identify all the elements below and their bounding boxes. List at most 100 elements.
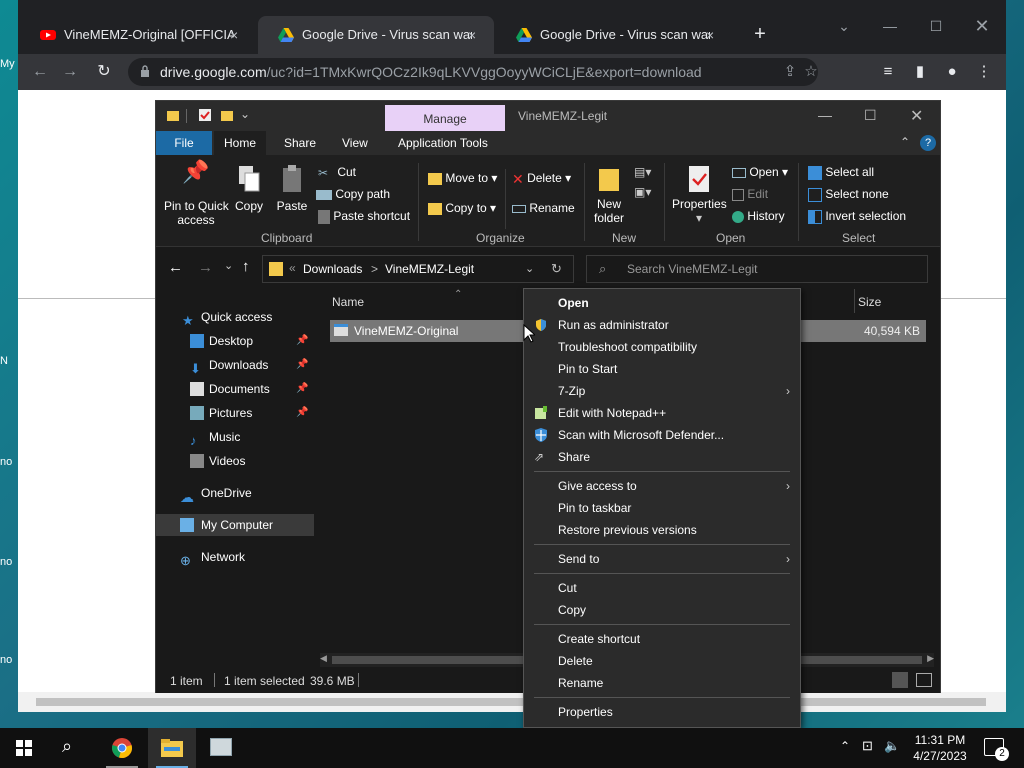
nav-downloads[interactable]: ⬇ Downloads 📌 — [156, 354, 314, 376]
new-folder-icon[interactable] — [220, 108, 234, 122]
address-dropdown-icon[interactable]: ⌄ — [525, 262, 534, 275]
customize-quick-access-icon[interactable]: ⌄ — [240, 107, 250, 121]
cut-button[interactable]: ✂ Cut — [318, 165, 356, 180]
menu-item-edit-notepad[interactable]: Edit with Notepad++ — [524, 402, 800, 424]
menu-item-open[interactable]: Open — [524, 292, 800, 314]
tab-drive[interactable]: Google Drive - Virus scan warnin × — [496, 16, 732, 54]
paste-shortcut-button[interactable]: Paste shortcut — [318, 209, 410, 224]
tab-drive-active[interactable]: Google Drive - Virus scan warnin × — [258, 16, 494, 54]
properties-button[interactable]: Properties ▾ — [672, 165, 727, 225]
column-header-name[interactable]: Name — [332, 295, 364, 309]
new-tab-button[interactable]: + — [746, 20, 774, 48]
menu-item-rename[interactable]: Rename — [524, 672, 800, 694]
forward-icon[interactable]: → — [198, 259, 213, 276]
nav-quick-access[interactable]: ★ Quick access — [156, 306, 314, 328]
forward-icon[interactable]: → — [58, 60, 82, 84]
search-icon[interactable]: ⌕ — [62, 736, 72, 757]
breadcrumb-overflow[interactable]: « — [289, 261, 296, 275]
menu-item-send-to[interactable]: Send to › — [524, 548, 800, 570]
tab-home[interactable]: Home — [214, 131, 267, 155]
scrollbar-thumb[interactable] — [36, 698, 986, 706]
side-panel-icon[interactable]: ▮ — [908, 60, 932, 84]
bookmark-star-icon[interactable]: ☆ — [804, 60, 818, 84]
media-queue-icon[interactable]: ≡ — [876, 60, 900, 84]
column-header-size[interactable]: Size — [858, 295, 881, 309]
back-icon[interactable]: ← — [168, 259, 183, 276]
nav-network[interactable]: ⊕ Network — [156, 546, 314, 568]
minimize-icon[interactable]: — — [876, 12, 904, 40]
maximize-icon[interactable]: ☐ — [922, 12, 950, 40]
copy-path-button[interactable]: Copy path — [316, 187, 390, 201]
volume-icon[interactable]: 🔈 — [884, 738, 900, 754]
profile-icon[interactable]: ● — [940, 60, 964, 84]
refresh-icon[interactable]: ↻ — [551, 261, 562, 277]
page-horizontal-scrollbar[interactable] — [18, 692, 1006, 712]
menu-item-run-as-administrator[interactable]: Run as administrator — [524, 314, 800, 336]
tab-youtube[interactable]: VineMEMZ-Original [OFFICIAL] F × — [20, 16, 256, 54]
rename-button[interactable]: Rename — [512, 201, 575, 215]
delete-button[interactable]: ✕ Delete ▾ — [512, 171, 571, 186]
menu-item-copy[interactable]: Copy — [524, 599, 800, 621]
tab-search-icon[interactable]: ⌄ — [830, 12, 858, 40]
collapse-ribbon-icon[interactable]: ⌃ — [900, 135, 910, 149]
show-hidden-icons-icon[interactable]: ⌃ — [840, 739, 850, 753]
notification-center-icon[interactable]: 2 — [984, 738, 1009, 761]
move-to-button[interactable]: Move to ▾ — [428, 171, 497, 185]
search-box[interactable]: ⌕ Search VineMEMZ-Legit — [586, 255, 928, 283]
new-folder-button[interactable]: New folder — [592, 165, 626, 225]
copy-button[interactable]: Copy — [234, 165, 264, 213]
nav-videos[interactable]: Videos — [156, 450, 314, 472]
desktop-icon-label[interactable]: no — [0, 654, 18, 666]
edit-button[interactable]: Edit — [732, 187, 768, 201]
menu-item-scan-defender[interactable]: Scan with Microsoft Defender... — [524, 424, 800, 446]
desktop-icon-label[interactable]: no — [0, 456, 18, 468]
nav-desktop[interactable]: Desktop 📌 — [156, 330, 314, 352]
menu-kebab-icon[interactable]: ⋮ — [972, 60, 996, 84]
easy-access-icon[interactable]: ▣▾ — [634, 185, 651, 199]
scroll-left-icon[interactable]: ◀ — [320, 653, 327, 664]
tab-close-icon[interactable]: × — [230, 16, 246, 54]
menu-item-cut[interactable]: Cut — [524, 577, 800, 599]
recent-locations-icon[interactable]: ⌄ — [224, 259, 233, 272]
menu-item-properties[interactable]: Properties — [524, 701, 800, 723]
taskbar-chrome[interactable] — [98, 728, 146, 768]
tab-view[interactable]: View — [332, 131, 378, 155]
address-breadcrumb[interactable]: « Downloads > VineMEMZ-Legit ⌄ ↻ — [262, 255, 574, 283]
menu-item-create-shortcut[interactable]: Create shortcut — [524, 628, 800, 650]
tab-close-icon[interactable]: × — [468, 16, 484, 54]
desktop-icon-label[interactable]: My — [0, 58, 18, 70]
menu-item-7zip[interactable]: 7-Zip › — [524, 380, 800, 402]
details-view-icon[interactable] — [892, 672, 908, 688]
nav-pictures[interactable]: Pictures 📌 — [156, 402, 314, 424]
properties-check-icon[interactable] — [198, 108, 212, 122]
tab-file[interactable]: File — [156, 131, 212, 155]
close-window-icon[interactable]: ✕ — [968, 12, 996, 40]
new-item-icon[interactable]: ▤▾ — [634, 165, 651, 179]
menu-item-pin-to-taskbar[interactable]: Pin to taskbar — [524, 497, 800, 519]
network-status-icon[interactable]: ⊡ — [862, 738, 873, 754]
nav-music[interactable]: ♪ Music — [156, 426, 314, 448]
history-button[interactable]: History — [732, 209, 785, 223]
select-all-button[interactable]: Select all — [808, 165, 874, 180]
menu-item-share[interactable]: ⇗ Share — [524, 446, 800, 468]
taskbar-file-explorer[interactable] — [148, 728, 196, 768]
tab-application-tools[interactable]: Application Tools — [388, 131, 498, 155]
menu-item-give-access[interactable]: Give access to › — [524, 475, 800, 497]
address-bar[interactable]: drive.google.com/uc?id=1TMxKwrQOCz2Ik9qL… — [128, 58, 818, 86]
desktop-icon-label[interactable]: N — [0, 355, 18, 367]
pin-to-quick-access-button[interactable]: 📌 Pin to Quick access — [164, 161, 229, 228]
breadcrumb-vinememz-legit[interactable]: VineMEMZ-Legit — [385, 262, 474, 276]
minimize-icon[interactable]: — — [818, 107, 832, 123]
up-folder-icon[interactable]: ↑ — [242, 258, 250, 275]
close-icon[interactable]: ✕ — [910, 106, 923, 126]
desktop-icon-label[interactable]: no — [0, 556, 18, 568]
back-icon[interactable]: ← — [28, 60, 52, 84]
nav-onedrive[interactable]: ☁ OneDrive — [156, 482, 314, 505]
share-page-icon[interactable]: ⇪ — [778, 60, 802, 84]
nav-my-computer[interactable]: My Computer — [156, 514, 314, 536]
manage-tab[interactable]: Manage — [385, 105, 505, 131]
menu-item-delete[interactable]: Delete — [524, 650, 800, 672]
windows-start-icon[interactable] — [16, 740, 32, 756]
paste-button[interactable]: Paste — [276, 165, 308, 213]
maximize-icon[interactable]: ☐ — [864, 107, 877, 124]
